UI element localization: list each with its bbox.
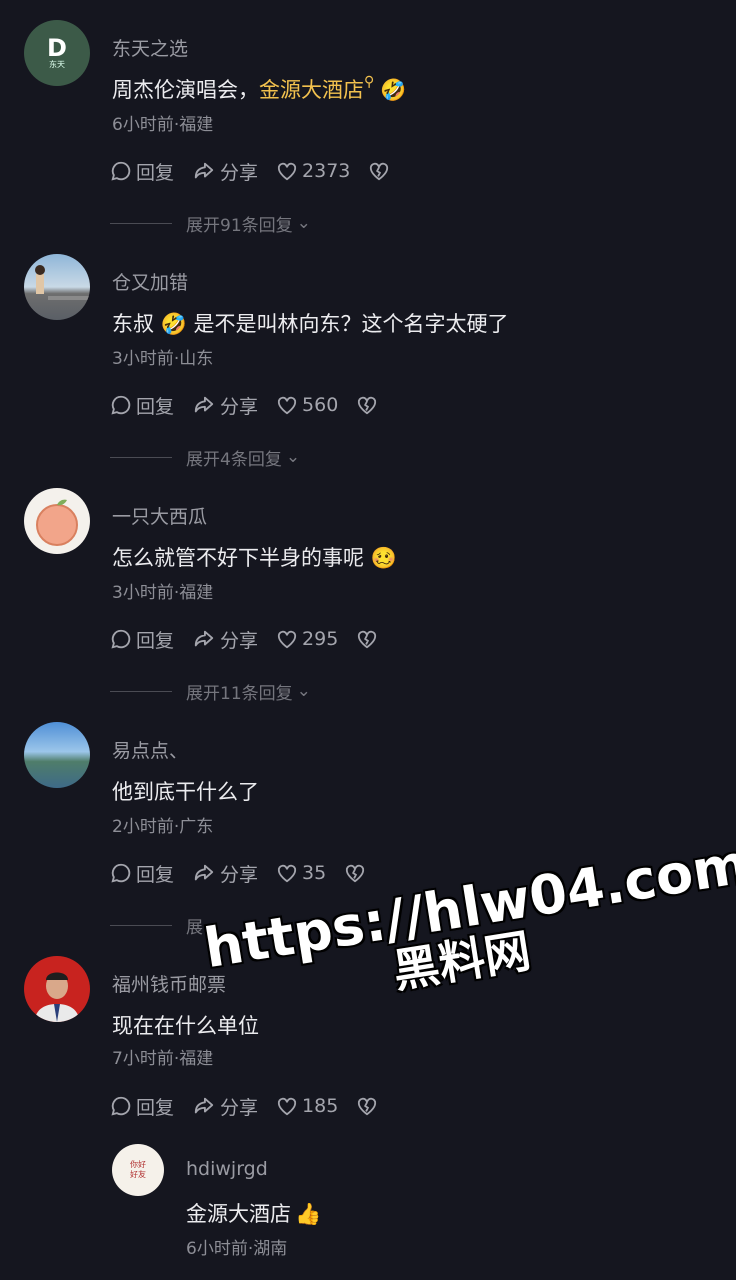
expand-replies[interactable]: 展开4条回复 ⌄ [110,445,301,470]
comment-text: 怎么就管不好下半身的事呢 🥴 [112,546,397,570]
comment-meta: 3小时前·山东 [112,349,214,369]
expand-replies[interactable]: 展开91条回复 ⌄ [110,211,311,236]
reply-button[interactable]: 回复 [110,860,174,887]
share-button[interactable]: 分享 [192,1093,258,1120]
dislike-button[interactable] [356,1096,382,1116]
share-button[interactable]: 分享 [192,860,258,887]
share-button[interactable]: 分享 [192,626,258,653]
share-icon [194,1097,214,1114]
heart-icon [277,396,297,415]
dislike-button[interactable] [368,161,394,181]
like-button[interactable]: 560 [276,394,338,416]
like-count: 185 [302,1095,339,1117]
action-bar: 回复 分享 560 [110,391,400,419]
comment-meta: 3小时前·福建 [112,583,214,603]
username[interactable]: 东天之选 [112,34,188,61]
divider [110,924,172,926]
avatar-photo [35,265,90,300]
comment-icon [111,629,131,649]
comment-meta: 6小时前·福建 [112,115,214,135]
avatar-letter: D [47,34,67,62]
like-count: 560 [302,394,339,416]
dizzy-emoji: 🥴 [370,546,397,570]
comment-text: 东叔 🤣 是不是叫林向东？这个名字太硬了 [112,312,509,336]
action-bar: 回复 分享 295 [110,625,400,653]
portrait-photo [34,972,80,1022]
heart-icon [277,1097,297,1116]
comment-icon [111,1096,131,1116]
like-count: 295 [302,628,339,650]
action-bar: 回复 分享 185 [110,1092,400,1120]
like-count: 35 [302,862,327,884]
comment-meta: 2小时前·广东 [112,817,214,837]
broken-heart-icon [358,1097,377,1116]
share-icon [194,864,214,881]
chevron-down-icon: ⌄ [296,213,311,233]
search-link[interactable]: 金源大酒店 [259,78,364,102]
expand-replies[interactable]: 展 [110,913,203,938]
expand-replies[interactable]: 展开11条回复 ⌄ [110,679,311,704]
like-button[interactable]: 2373 [276,160,350,182]
comment-meta: 7小时前·福建 [112,1049,214,1069]
avatar[interactable]: 你好 好友 [112,1144,164,1196]
like-button[interactable]: 35 [276,862,326,884]
like-button[interactable]: 185 [276,1095,338,1117]
reply-button[interactable]: 回复 [110,392,174,419]
avatar[interactable] [24,254,90,320]
broken-heart-icon [358,630,377,649]
comment-icon [111,161,131,181]
avatar[interactable] [24,722,90,788]
comment-text: 他到底干什么了 [112,780,259,804]
broken-heart-icon [370,162,389,181]
comment-icon [111,395,131,415]
dislike-button[interactable] [356,395,382,415]
dislike-button[interactable] [356,629,382,649]
heart-icon [277,162,297,181]
reply-button[interactable]: 回复 [110,158,174,185]
avatar[interactable] [24,488,90,554]
peach-avatar-icon [36,499,78,546]
action-bar: 回复 分享 35 [110,859,388,887]
username[interactable]: 仓又加错 [112,268,188,295]
avatar-caption: 你好 好友 [130,1160,146,1179]
username[interactable]: 一只大西瓜 [112,502,207,529]
divider [110,690,172,692]
like-count: 2373 [302,160,351,182]
like-button[interactable]: 295 [276,628,338,650]
thumbs-up-emoji: 👍 [295,1202,322,1226]
heart-icon [277,864,297,883]
comment-icon [111,863,131,883]
chevron-down-icon: ⌄ [285,447,301,467]
avatar[interactable] [24,956,90,1022]
share-icon [194,162,214,179]
username[interactable]: hdiwjrgd [186,1158,268,1180]
search-icon[interactable]: ⚲ [364,74,374,90]
reply-meta: 6小时前·湖南 [186,1239,288,1259]
share-icon [194,396,214,413]
divider [110,456,172,458]
heart-icon [277,630,297,649]
share-button[interactable]: 分享 [192,158,258,185]
reply-button[interactable]: 回复 [110,1093,174,1120]
share-button[interactable]: 分享 [192,392,258,419]
dislike-button[interactable] [344,863,370,883]
broken-heart-icon [358,396,377,415]
reply-button[interactable]: 回复 [110,626,174,653]
share-icon [194,630,214,647]
avatar[interactable]: D 东天 [24,20,90,86]
avatar-caption: 东天 [49,60,65,69]
broken-heart-icon [346,864,365,883]
username[interactable]: 易点点、 [112,736,188,763]
laughing-emoji: 🤣 [160,312,187,336]
action-bar: 回复 分享 2373 [110,157,412,185]
chevron-down-icon: ⌄ [296,681,311,701]
comment-text: 周杰伦演唱会，金源大酒店⚲ 🤣 [112,74,407,102]
laughing-emoji: 🤣 [380,78,407,102]
comment-text: 现在在什么单位 [112,1014,259,1038]
reply-text: 金源大酒店 👍 [186,1202,322,1226]
divider [110,222,172,224]
